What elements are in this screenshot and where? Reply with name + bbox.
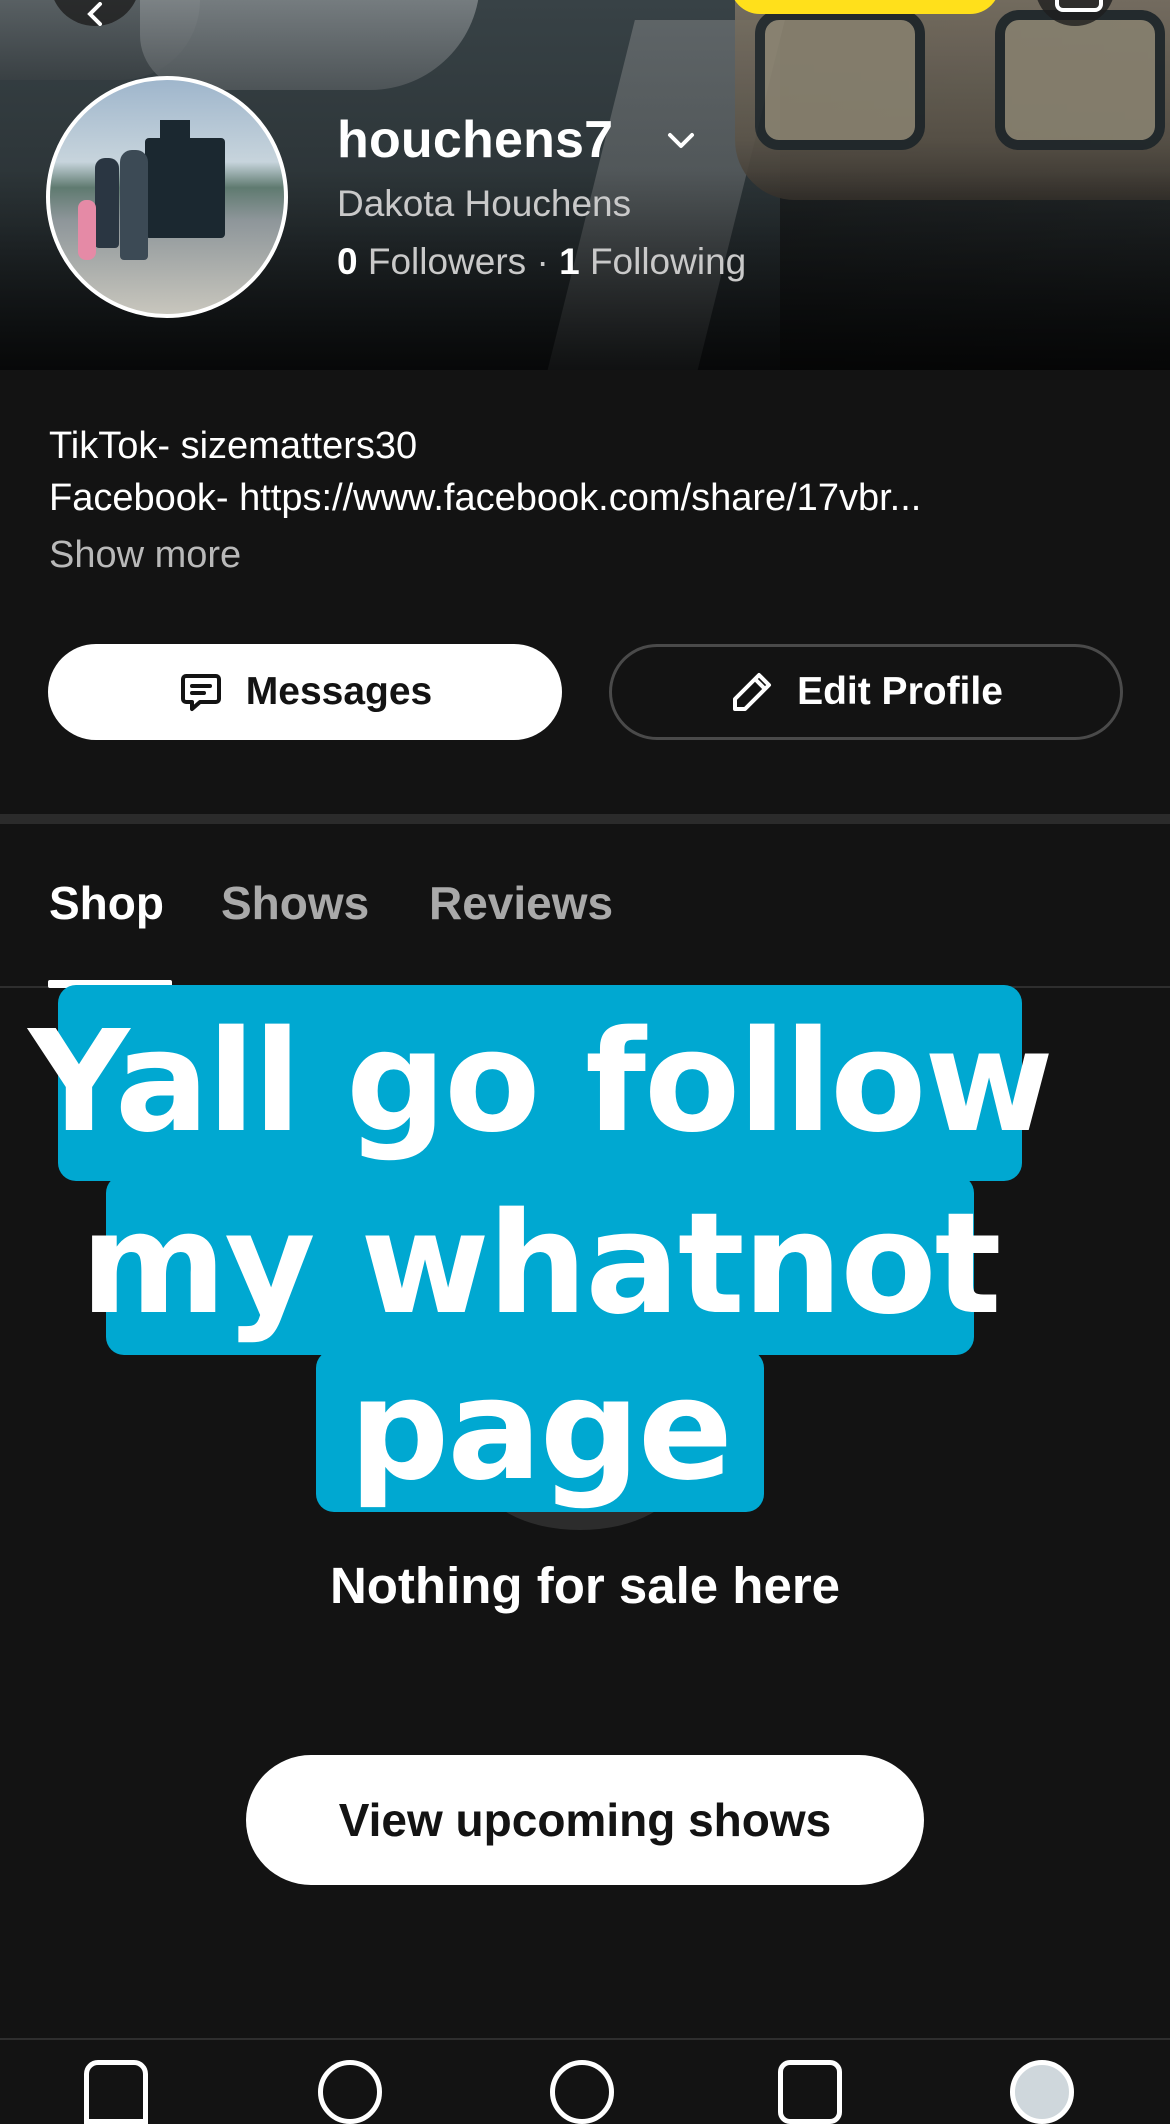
share-icon	[1055, 0, 1103, 12]
follow-stats: 0 Followers · 1 Following	[337, 241, 746, 283]
avatar[interactable]	[46, 76, 288, 318]
pencil-icon	[729, 669, 775, 715]
messages-button[interactable]: Messages	[48, 644, 562, 740]
chat-bubble-icon	[178, 669, 224, 715]
bottom-nav-divider	[0, 2038, 1170, 2040]
followers-count[interactable]: 0	[337, 241, 358, 282]
tab-shop[interactable]: Shop	[49, 876, 164, 930]
tab-reviews[interactable]: Reviews	[429, 876, 613, 930]
activity-icon[interactable]	[550, 2060, 614, 2124]
username[interactable]: houchens7	[337, 110, 613, 170]
caption-line: my whatnot	[80, 1175, 1002, 1355]
avatar-detail	[95, 158, 119, 248]
following-label[interactable]: Following	[590, 241, 746, 282]
inbox-icon[interactable]	[778, 2060, 842, 2124]
view-upcoming-shows-button[interactable]: View upcoming shows	[246, 1755, 924, 1885]
top-action-pill[interactable]	[730, 0, 1000, 14]
search-icon[interactable]	[318, 2060, 382, 2124]
bio: TikTok- sizematters30 Facebook- https://…	[49, 420, 921, 524]
avatar-detail	[120, 150, 148, 260]
display-name: Dakota Houchens	[337, 183, 632, 224]
edit-profile-button[interactable]: Edit Profile	[609, 644, 1123, 740]
bio-line: TikTok- sizematters30	[49, 425, 418, 467]
cover-seat	[755, 10, 925, 150]
following-count[interactable]: 1	[559, 241, 580, 282]
avatar-detail	[145, 138, 225, 238]
show-more-link[interactable]: Show more	[49, 534, 241, 577]
caption-line: Yall go follow	[28, 985, 1054, 1181]
empty-state-title: Nothing for sale here	[329, 1557, 841, 1614]
caption-line: page	[316, 1350, 764, 1512]
follow-separator: ·	[536, 241, 549, 282]
messages-label: Messages	[245, 670, 433, 713]
followers-label[interactable]: Followers	[368, 241, 526, 282]
section-divider	[0, 814, 1170, 824]
chevron-left-icon	[87, 2, 102, 26]
avatar-detail	[78, 200, 96, 260]
tab-shows[interactable]: Shows	[221, 876, 369, 930]
chevron-down-icon[interactable]	[664, 124, 698, 158]
bio-line-link[interactable]: Facebook- https://www.facebook.com/share…	[49, 472, 921, 524]
cover-seat	[995, 10, 1165, 150]
profile-avatar-icon[interactable]	[1010, 2060, 1074, 2124]
home-icon[interactable]	[84, 2060, 148, 2124]
edit-profile-label: Edit Profile	[797, 670, 1003, 713]
